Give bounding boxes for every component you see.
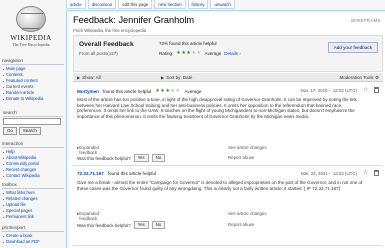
feedback-date: Mar. 23, 2011 -- 12:52 (UTC) <box>300 171 357 176</box>
feedback-card: 72.33.71.167 found this article helpful … <box>73 168 383 246</box>
star-icon[interactable]: ☆ <box>363 170 369 176</box>
main-content: Feedback: Jennifer Granholm WIREFRAME Fr… <box>66 10 385 248</box>
see-changes-link[interactable]: See article changes <box>228 211 267 216</box>
sidebar: WIKIPEDIA The Free Encyclopedia navigati… <box>0 0 66 248</box>
navigation-header: navigation <box>2 58 64 65</box>
overall-subtitle: From all posts(127) <box>79 51 118 56</box>
interaction-portlet: interaction Help About Wikipedia Communi… <box>2 141 64 179</box>
moderation-tools[interactable]: Moderation Tools ⚙ <box>340 75 380 81</box>
page-title: Feedback: Jennifer Granholm <box>73 15 195 25</box>
feedback-helpful: found this article helpful <box>102 88 152 94</box>
trash-icon[interactable] <box>374 170 379 176</box>
star-icon[interactable]: ☆ <box>363 87 369 93</box>
trash-icon[interactable] <box>374 87 379 93</box>
triangle-right-icon: ▶ <box>77 75 81 80</box>
report-abuse-link[interactable]: Report abuse <box>228 222 254 227</box>
print-portlet: print/export Create a book Download as P… <box>2 225 64 245</box>
toolbox-header: toolbox <box>2 182 64 189</box>
feedback-card: Mortymen found this article helpful ★★★★… <box>73 85 383 166</box>
print-item-pdf[interactable]: Download as PDF <box>2 239 64 245</box>
gear-icon: ⚙ <box>374 75 379 80</box>
navigation-portlet: navigation Main page Contents Featured c… <box>2 58 64 102</box>
interaction-item-contact[interactable]: Contact Wikipedia <box>2 173 64 179</box>
helpful-question: Was this feedback helpful? Yes No <box>77 154 377 162</box>
no-button[interactable]: No <box>151 221 166 229</box>
sort-filter[interactable]: ▶ Sort by: Date <box>161 75 192 80</box>
expanded-feedback-link[interactable]: ▸ Expanded feedback <box>77 211 99 221</box>
tab-unwatch[interactable]: unwatch <box>210 0 235 9</box>
feedback-text: Most of the article has too positive a t… <box>77 97 357 120</box>
yes-button[interactable]: Yes <box>133 154 149 162</box>
feedback-rating-text: Average <box>184 88 202 94</box>
search-button[interactable]: Search <box>18 127 41 135</box>
go-button[interactable]: Go <box>3 127 17 135</box>
rating-text: Average <box>204 50 222 56</box>
interaction-header: interaction <box>2 141 64 148</box>
overall-helpful: 72% found this article helpful <box>159 41 217 46</box>
triangle-right-icon: ▶ <box>161 75 165 80</box>
feedback-user[interactable]: 72.33.71.167 <box>77 171 104 176</box>
tab-history[interactable]: history <box>187 0 209 9</box>
show-filter[interactable]: ▶ Show: All <box>77 75 101 80</box>
feedback-date: Nov. 17, 2010 -- 12:52 (UTC) <box>300 88 357 93</box>
expanded-feedback-link[interactable]: ▸ Expanded feedback <box>77 145 99 155</box>
nav-item-donate[interactable]: Donate to Wikipedia <box>2 96 64 102</box>
tab-article[interactable]: article <box>66 0 86 9</box>
report-abuse-link[interactable]: Report abuse <box>228 155 254 160</box>
feedback-header: 72.33.71.167 found this article helpful <box>77 171 156 176</box>
overall-title: Overall Feedback <box>79 41 134 48</box>
page-tagline: From Wikipedia, the free encyclopedia <box>73 28 147 33</box>
tab-edit[interactable]: edit this page <box>118 0 153 9</box>
brand-label: WIREFRAME <box>350 18 381 23</box>
rating-stars-icon: ★★★★★ <box>176 50 202 56</box>
overall-rating: Rating: ★★★★★ Average Details › <box>159 50 241 56</box>
search-input[interactable] <box>3 118 61 125</box>
feedback-text: Give me a break - almost the entire "Cam… <box>77 180 363 191</box>
search-header: search <box>3 110 63 117</box>
tab-new-section[interactable]: new section <box>154 0 186 9</box>
details-link[interactable]: Details › <box>224 51 241 56</box>
yes-button[interactable]: Yes <box>133 221 149 229</box>
feedback-header: Mortymen found this article helpful ★★★★… <box>77 88 202 94</box>
see-changes-link[interactable]: See article changes <box>228 145 267 150</box>
helpful-question: Was this feedback helpful? Yes No <box>77 221 377 229</box>
toolbox-item-permanent[interactable]: Permanent link <box>2 214 64 220</box>
globe-icon <box>16 6 46 32</box>
logo-subtitle: The Free Encyclopedia <box>12 42 50 47</box>
rating-label: Rating: <box>159 50 174 56</box>
feedback-user[interactable]: Mortymen <box>77 89 99 94</box>
no-button[interactable]: No <box>151 154 166 162</box>
overall-feedback-panel: Overall Feedback From all posts(127) 72%… <box>73 35 383 72</box>
wikipedia-logo[interactable]: WIKIPEDIA The Free Encyclopedia <box>6 6 56 52</box>
feedback-stars-icon: ★★★★★ <box>155 88 181 94</box>
tab-discussion[interactable]: discussion <box>87 0 117 9</box>
feedback-helpful: found this article helpful <box>107 171 157 176</box>
filter-bar: ▶ Show: All ▶ Sort by: Date Moderation Too… <box>73 73 383 82</box>
page-tabs: article discussion edit this page new se… <box>66 0 385 10</box>
search-portlet: search Go Search <box>3 110 63 135</box>
toolbox-portlet: toolbox What links here Related changes … <box>2 182 64 220</box>
logo-title: WIKIPEDIA <box>10 34 52 42</box>
add-feedback-button[interactable]: Add your feedback <box>327 42 378 53</box>
print-header: print/export <box>2 225 64 232</box>
